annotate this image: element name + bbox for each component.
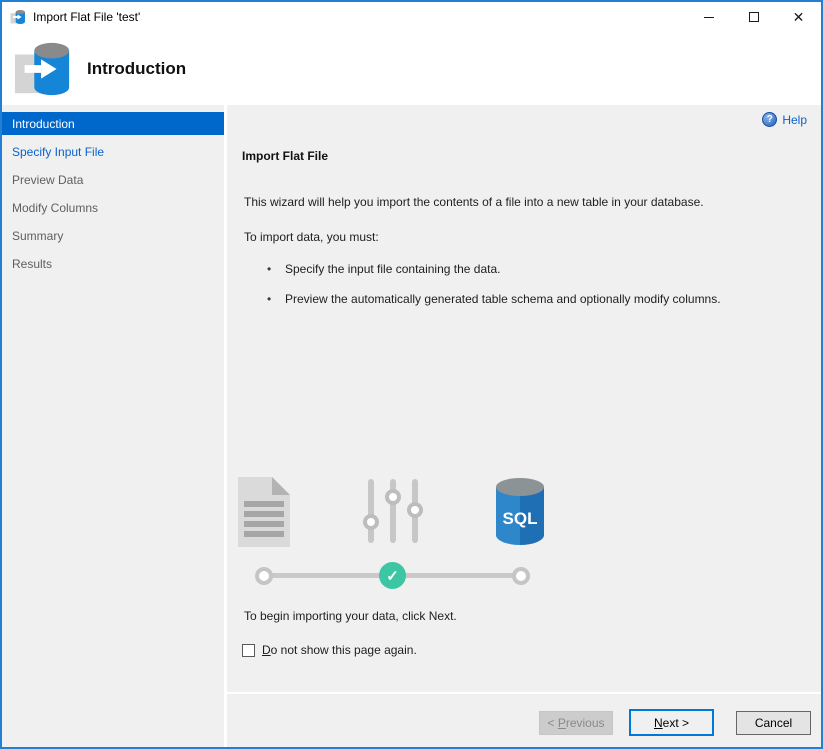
page-title: Introduction <box>87 59 186 79</box>
pane-heading: Import Flat File <box>242 149 328 163</box>
help-label: Help <box>782 113 807 127</box>
next-button[interactable]: Next > <box>629 709 714 736</box>
sql-label: SQL <box>503 509 538 528</box>
do-not-show-checkbox[interactable] <box>242 644 255 657</box>
import-database-icon <box>13 38 73 100</box>
progress-node-check-icon: ✓ <box>379 562 406 589</box>
content-area: Introduction Specify Input File Preview … <box>2 105 821 747</box>
sliders-icon <box>362 473 424 549</box>
sql-database-icon: SQL <box>494 477 546 547</box>
bullet-item: • Specify the input file containing the … <box>267 262 500 276</box>
bullet-text: Preview the automatically generated tabl… <box>285 292 721 306</box>
sidebar-item-preview-data[interactable]: Preview Data <box>2 168 224 191</box>
help-link[interactable]: ? Help <box>762 112 807 127</box>
checkbox-label: Do not show this page again. <box>262 643 417 657</box>
title-bar: Import Flat File 'test' ✕ <box>2 2 821 32</box>
help-icon: ? <box>762 112 777 127</box>
intro-text: This wizard will help you import the con… <box>244 195 704 209</box>
cancel-button[interactable]: Cancel <box>736 711 811 735</box>
sidebar-item-results[interactable]: Results <box>2 252 224 275</box>
minimize-button[interactable] <box>686 2 731 32</box>
bullet-icon: • <box>267 262 277 276</box>
app-icon <box>10 9 26 25</box>
progress-node-start <box>255 567 273 585</box>
window-title: Import Flat File 'test' <box>33 10 140 24</box>
wizard-header: Introduction <box>2 32 821 105</box>
window-controls: ✕ <box>686 2 821 32</box>
footer-separator <box>227 692 821 694</box>
next-hint-text: To begin importing your data, click Next… <box>244 609 457 623</box>
sidebar-item-specify-input-file[interactable]: Specify Input File <box>2 140 224 163</box>
previous-button: < Previous <box>539 711 613 735</box>
flat-file-icon <box>236 475 292 549</box>
main-panel: ? Help Import Flat File This wizard will… <box>227 105 821 747</box>
close-button[interactable]: ✕ <box>776 2 821 32</box>
sidebar-item-introduction[interactable]: Introduction <box>2 112 224 135</box>
import-flat-file-window: Import Flat File 'test' ✕ Introduction I… <box>0 0 823 749</box>
sidebar-item-summary[interactable]: Summary <box>2 224 224 247</box>
bullet-item: • Preview the automatically generated ta… <box>267 292 721 306</box>
do-not-show-checkbox-row[interactable]: Do not show this page again. <box>242 643 417 657</box>
sidebar-item-modify-columns[interactable]: Modify Columns <box>2 196 224 219</box>
bullet-icon: • <box>267 292 277 306</box>
progress-node-end <box>512 567 530 585</box>
close-icon: ✕ <box>793 10 805 24</box>
maximize-icon <box>749 12 759 22</box>
minimize-icon <box>704 17 714 18</box>
instruction-text: To import data, you must: <box>244 230 379 244</box>
maximize-button[interactable] <box>731 2 776 32</box>
wizard-steps-sidebar: Introduction Specify Input File Preview … <box>2 105 227 747</box>
bullet-text: Specify the input file containing the da… <box>285 262 500 276</box>
